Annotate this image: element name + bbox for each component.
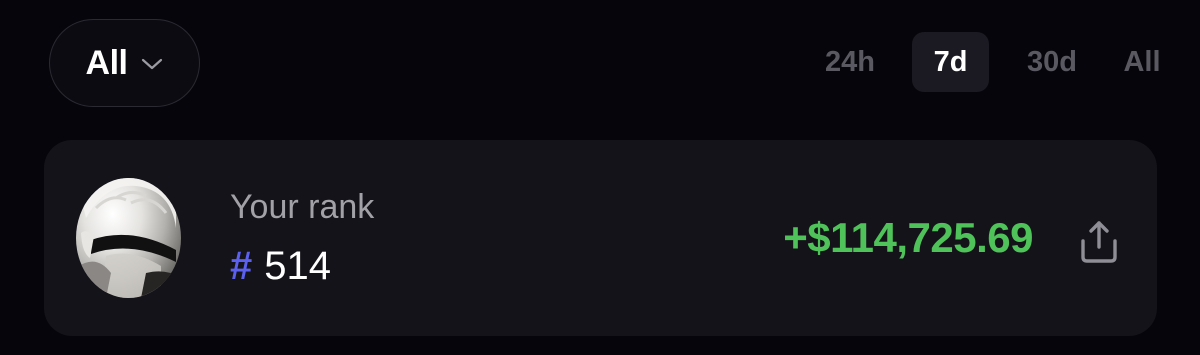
tab-7d[interactable]: 7d: [912, 32, 989, 92]
pnl-amount: +$114,725.69: [783, 214, 1033, 261]
filter-label: All: [85, 43, 128, 82]
rank-card: Your rank # 514 +$114,725.69: [44, 140, 1157, 336]
hash-symbol: #: [230, 244, 253, 288]
tab-30d[interactable]: 30d: [1012, 32, 1092, 92]
avatar: [76, 178, 181, 298]
rank-label: Your rank: [230, 188, 375, 226]
leaderboard-header: All 24h 7d 30d All Your rank # 514 +$114…: [0, 0, 1200, 355]
tab-24h[interactable]: 24h: [810, 32, 890, 92]
share-button[interactable]: [1069, 212, 1129, 272]
rank-number: 514: [264, 244, 331, 288]
share-icon: [1081, 221, 1117, 263]
chevron-down-icon: [141, 57, 163, 71]
period-tabs: 24h 7d 30d All: [810, 32, 1170, 92]
tab-all[interactable]: All: [1114, 32, 1170, 92]
rank-value: # 514: [230, 244, 331, 289]
filter-dropdown[interactable]: All: [49, 19, 200, 107]
